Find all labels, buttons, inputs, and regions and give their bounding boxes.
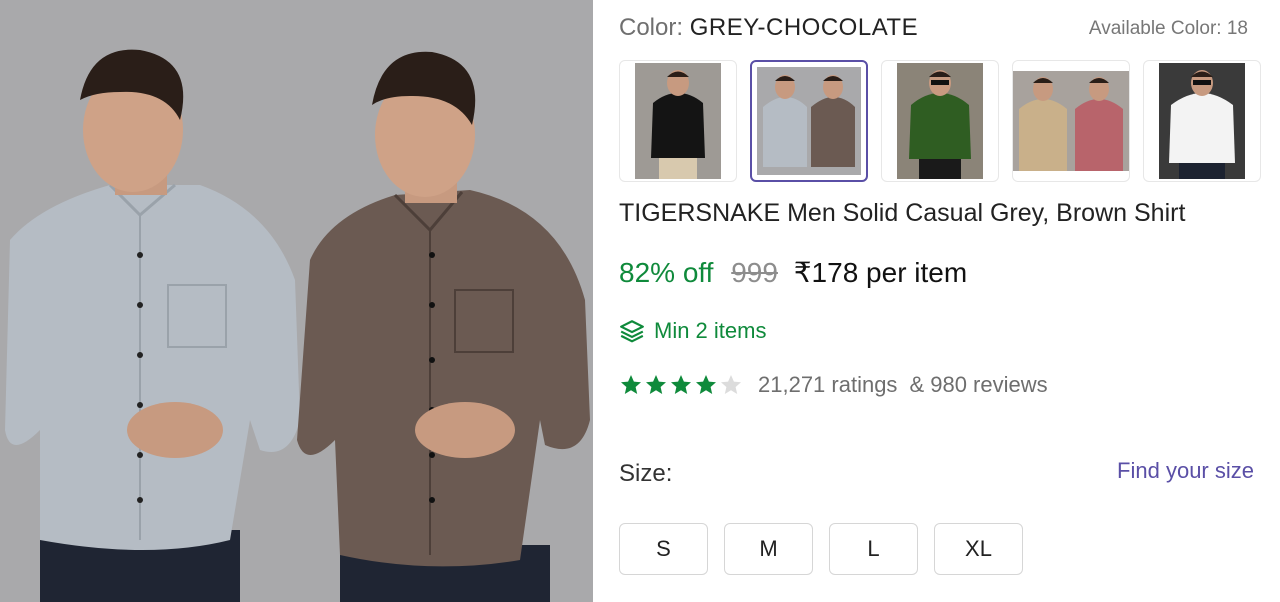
star-empty-icon	[721, 375, 741, 394]
rating-row[interactable]: 21,271 ratings & 980 reviews	[619, 370, 1048, 400]
layers-icon	[620, 320, 644, 343]
discount-percent: 82% off	[619, 257, 714, 288]
thumbnail-white-shirt[interactable]	[1143, 60, 1261, 182]
color-thumbnails	[619, 60, 1280, 182]
star-rating	[619, 373, 744, 397]
original-price: 999	[731, 257, 778, 288]
color-value: GREY-CHOCOLATE	[689, 14, 919, 41]
thumbnail-image	[635, 63, 721, 179]
star-filled-icon	[646, 375, 666, 394]
size-button-s[interactable]: S	[619, 523, 708, 575]
star-filled-icon	[621, 375, 641, 394]
price-row: 82% off 999 ₹178 per item	[619, 256, 967, 289]
product-main-image[interactable]	[0, 0, 593, 602]
size-button-xl[interactable]: XL	[934, 523, 1023, 575]
find-your-size-link[interactable]: Find your size	[1117, 458, 1254, 484]
ratings-count: 21,271 ratings	[758, 372, 898, 397]
thumbnail-image	[757, 67, 861, 175]
product-photo-illustration	[0, 0, 593, 602]
color-row: Color: GREY-CHOCOLATE Available Color: 1…	[619, 14, 1248, 44]
product-details-panel: Color: GREY-CHOCOLATE Available Color: 1…	[593, 0, 1280, 602]
min-order-text: Min 2 items	[654, 318, 767, 343]
product-title: TIGERSNAKE Men Solid Casual Grey, Brown …	[619, 199, 1186, 227]
size-button-l[interactable]: L	[829, 523, 918, 575]
size-options: S M L XL	[619, 523, 1039, 575]
current-price: ₹178 per item	[793, 257, 968, 288]
color-label: Color: GREY-CHOCOLATE	[619, 14, 918, 42]
thumbnail-black-shirt[interactable]	[619, 60, 737, 182]
color-label-text: Color:	[619, 14, 684, 41]
thumbnail-green-shirt[interactable]	[881, 60, 999, 182]
available-colors: Available Color: 18	[1088, 18, 1248, 39]
thumbnail-image	[1159, 63, 1245, 179]
reviews-count: & 980 reviews	[909, 372, 1048, 397]
star-filled-icon	[696, 375, 716, 394]
thumbnail-image	[897, 63, 983, 179]
min-order-row: Min 2 items	[619, 316, 766, 346]
size-label: Size:	[619, 460, 673, 487]
thumbnail-image	[1013, 71, 1129, 171]
star-filled-icon	[671, 375, 691, 394]
thumbnail-grey-chocolate-shirts[interactable]	[750, 60, 868, 182]
size-button-m[interactable]: M	[724, 523, 813, 575]
thumbnail-beige-maroon-shirts[interactable]	[1012, 60, 1130, 182]
